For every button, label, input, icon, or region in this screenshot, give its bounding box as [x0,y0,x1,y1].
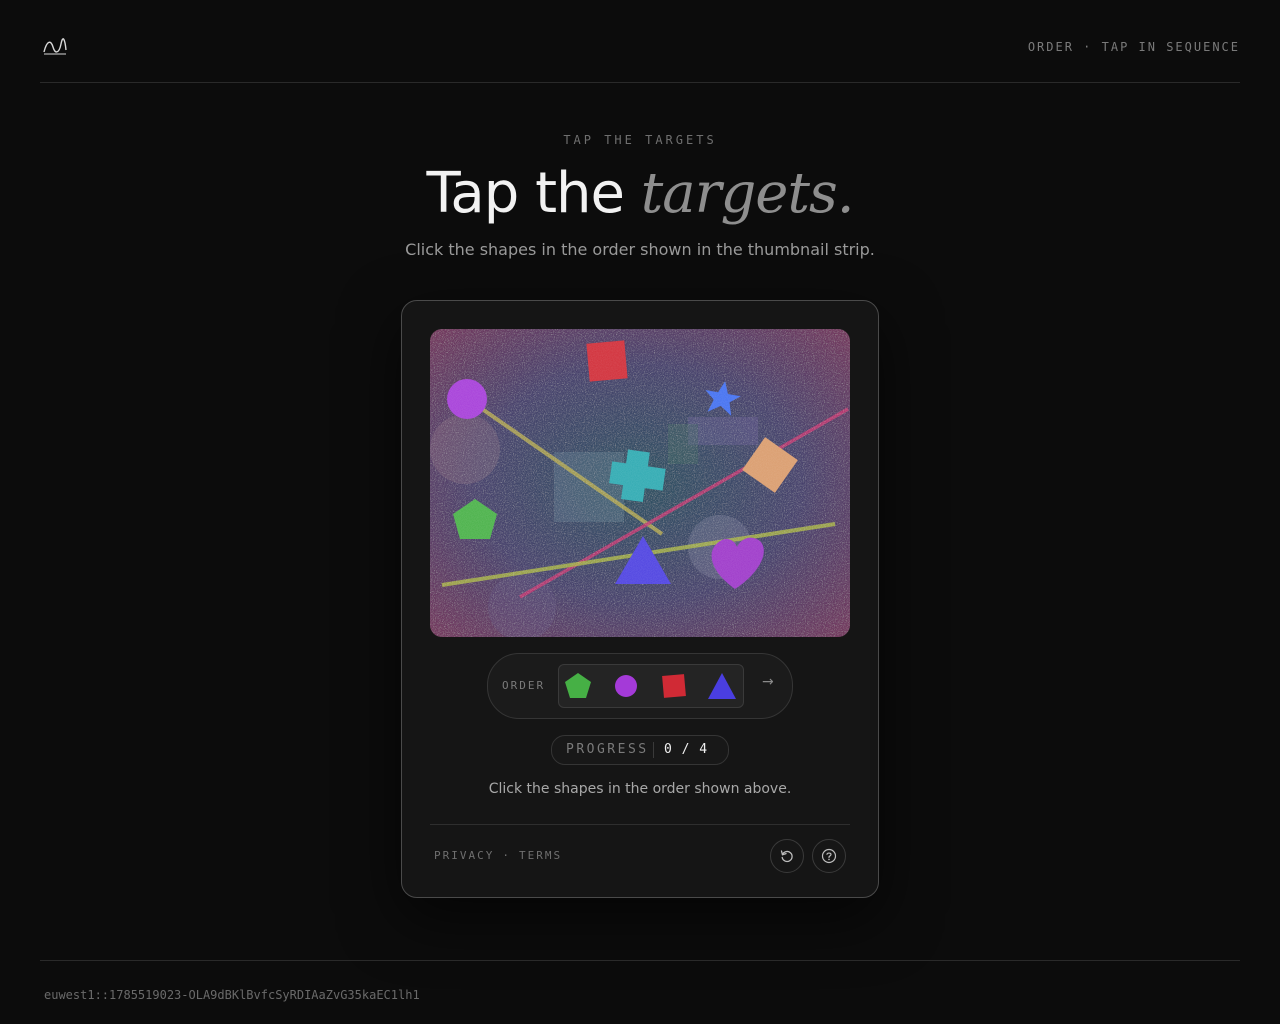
order-thumb-red-square [662,674,686,698]
progress-label: PROGRESS [566,742,649,757]
progress-value: 0 / 4 [664,742,709,757]
top-bar: ORDER · TAP IN SEQUENCE [40,0,1240,83]
order-thumb-purple-circle [615,675,637,697]
order-strip: ORDER → [487,653,793,719]
progress-pill: PROGRESS 0 / 4 [551,735,729,765]
reload-icon [780,850,793,863]
challenge-card: ORDER → PROGRESS 0 / 4 Click the shapes … [401,300,879,898]
mode-label: ORDER · TAP IN SEQUENCE [1027,40,1240,54]
page-title: Tap the targets. [0,160,1280,228]
privacy-link[interactable]: PRIVACY [434,849,494,862]
order-thumb-green-pentagon [565,673,591,698]
order-label: ORDER [502,679,546,692]
captcha-page: ORDER · TAP IN SEQUENCE TAP THE TARGETS … [0,0,1280,1024]
session-id: euwest1::1785519023-OLA9dBKlBvfcSyRDIAaZ… [44,988,420,1002]
eyebrow-label: TAP THE TARGETS [563,133,717,147]
order-thumb-blue-triangle [708,673,736,699]
footer-divider [40,960,1240,961]
instruction-text: Click the shapes in the order shown abov… [488,781,792,797]
terms-link[interactable]: TERMS [519,849,562,862]
title-accent: targets. [640,161,855,226]
reload-button[interactable] [770,839,804,873]
challenge-canvas[interactable] [430,329,850,637]
link-separator: · [502,849,511,862]
progress-divider [653,742,654,758]
order-thumbnails [558,664,744,708]
help-button[interactable] [812,839,846,873]
title-main: Tap the [426,161,641,226]
card-divider [430,824,850,825]
card-links: PRIVACY · TERMS [434,849,562,862]
arrow-icon: → [762,674,774,690]
wave-logo-icon [43,38,67,55]
help-icon [821,848,837,864]
page-subtitle: Click the shapes in the order shown in t… [405,240,875,259]
